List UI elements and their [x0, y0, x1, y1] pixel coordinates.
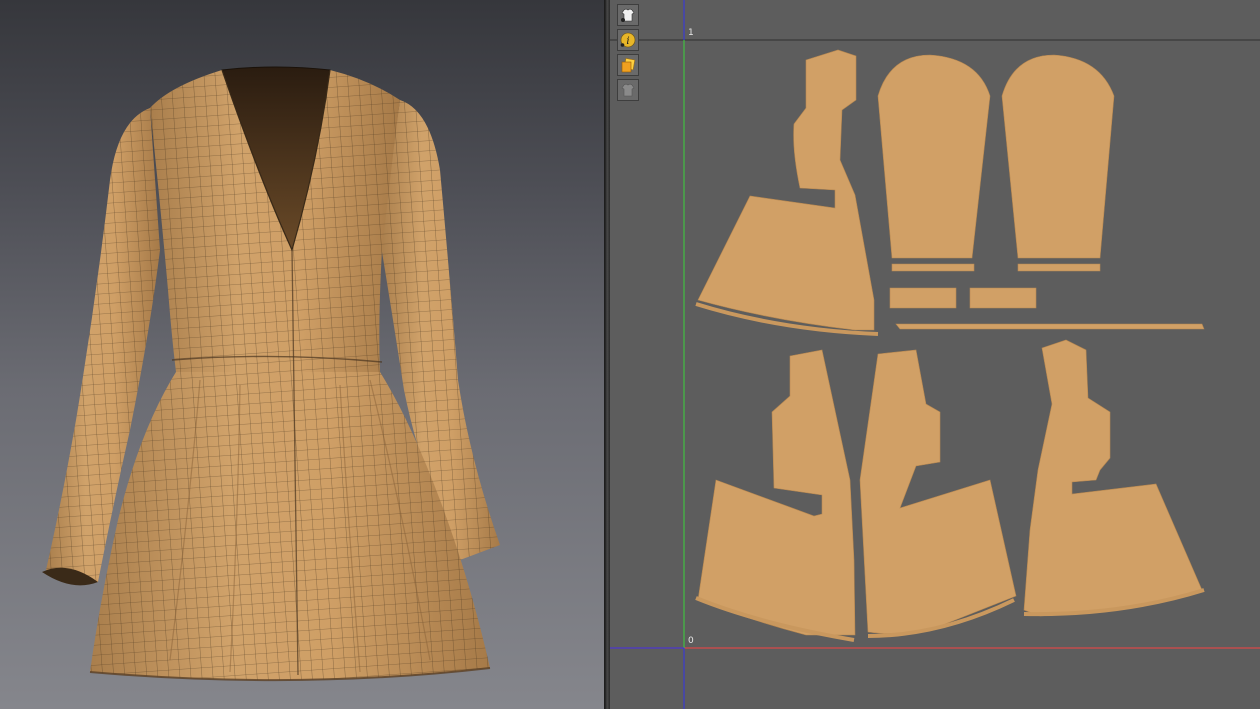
- pattern-piece-sleeve-right: [1001, 54, 1115, 259]
- clo3d-workspace: i 1 0: [0, 0, 1260, 709]
- garment-3d-render: [42, 66, 500, 682]
- pattern-piece-front-bodice-bottom: [1023, 339, 1203, 617]
- info-icon: i: [620, 32, 636, 48]
- pattern-piece-sleeve-band-right: [1017, 263, 1101, 272]
- axis-label-top: 1: [688, 28, 694, 38]
- pattern-piece-sleeve-band-left: [891, 263, 975, 272]
- viewport-3d[interactable]: [0, 0, 604, 709]
- pattern-piece-cuff-left: [889, 287, 957, 309]
- pattern-piece-sleeve-left: [877, 54, 991, 259]
- texture-icon: [621, 58, 636, 73]
- garment-display-icon: [621, 83, 635, 97]
- viewport-2d-pattern[interactable]: i 1 0: [610, 0, 1260, 709]
- garment-display-button[interactable]: [617, 79, 639, 101]
- pattern-piece-front-bodice-top: [697, 49, 875, 331]
- pattern-toolbar: i: [617, 4, 641, 104]
- info-button[interactable]: i: [617, 29, 639, 51]
- avatar-display-button[interactable]: [617, 4, 639, 26]
- pattern-piece-back-bodice-right: [859, 349, 1017, 634]
- svg-text:i: i: [626, 36, 629, 47]
- avatar-display-icon: [621, 8, 635, 22]
- axis-label-bottom: 0: [688, 636, 694, 646]
- pattern-canvas: [610, 0, 1260, 709]
- pattern-piece-cuff-right: [969, 287, 1037, 309]
- texture-button[interactable]: [617, 54, 639, 76]
- pattern-piece-back-bodice-left: [697, 349, 856, 636]
- pattern-piece-waistband: [895, 323, 1205, 330]
